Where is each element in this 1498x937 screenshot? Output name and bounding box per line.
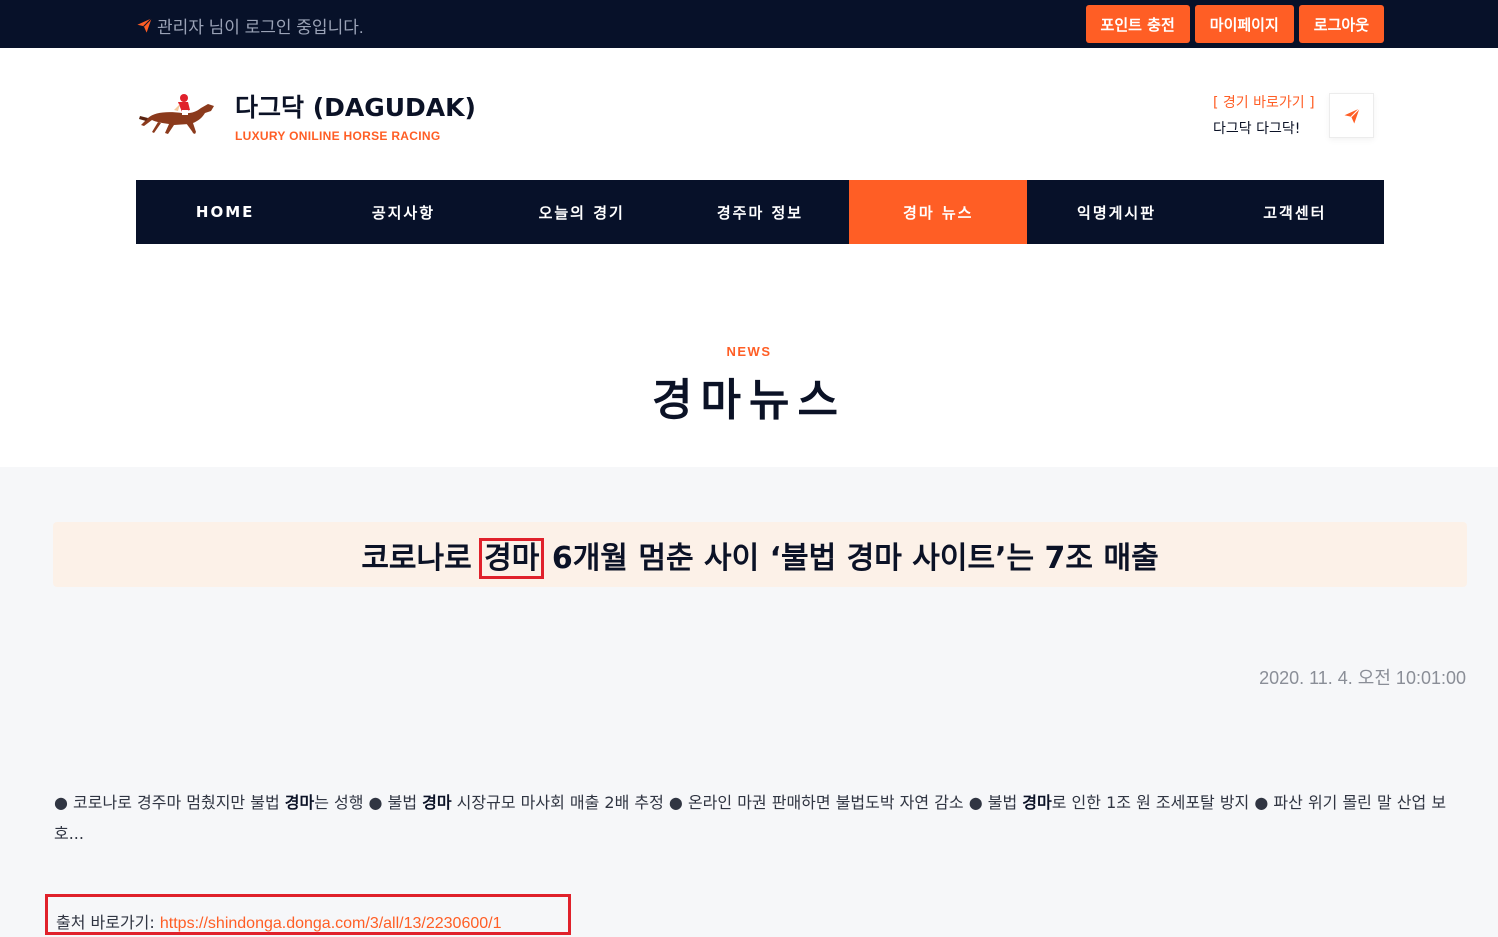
summary-text: ● 코로나로 경주마 멈췄지만 불법 bbox=[54, 793, 285, 812]
site-title[interactable]: 다그닥 (DAGUDAK) bbox=[235, 88, 476, 124]
nav-item-customer-center[interactable]: 고객센터 bbox=[1206, 180, 1384, 244]
nav-item-horse-info[interactable]: 경주마 정보 bbox=[671, 180, 849, 244]
article-summary: ● 코로나로 경주마 멈췄지만 불법 경마는 성행 ● 불법 경마 시장규모 마… bbox=[54, 787, 1468, 849]
site-subtitle: LUXURY ONILINE HORSE RACING bbox=[235, 129, 441, 143]
quick-link-button[interactable] bbox=[1329, 93, 1374, 138]
mypage-button[interactable]: 마이페이지 bbox=[1194, 5, 1294, 43]
source-link[interactable]: https://shindonga.donga.com/3/all/13/223… bbox=[160, 915, 502, 932]
login-status: 관리자 님이 로그인 중입니다. bbox=[136, 13, 364, 38]
main-nav: HOME 공지사항 오늘의 경기 경주마 정보 경마 뉴스 익명게시판 고객센터 bbox=[136, 180, 1384, 244]
login-status-text: 관리자 님이 로그인 중입니다. bbox=[157, 18, 364, 37]
article-title-highlight: 경마 bbox=[479, 537, 545, 579]
paper-plane-icon bbox=[1344, 107, 1360, 123]
summary-text: 는 성행 ● 불법 bbox=[314, 793, 423, 812]
horse-jockey-icon[interactable] bbox=[138, 92, 220, 142]
article-title: 코로나로 경마 6개월 멈춘 사이 ‘불법 경마 사이트’는 7조 매출 bbox=[361, 533, 1159, 579]
paper-plane-icon bbox=[137, 18, 152, 33]
summary-keyword: 경마 bbox=[422, 793, 452, 812]
summary-keyword: 경마 bbox=[1022, 793, 1052, 812]
summary-text: 시장규모 마사회 매출 2배 추정 ● 온라인 마권 판매하면 불법도박 자연 … bbox=[451, 793, 1023, 812]
point-charge-button[interactable]: 포인트 충전 bbox=[1085, 5, 1190, 43]
page-subtitle: NEWS bbox=[726, 344, 772, 359]
top-bar: 관리자 님이 로그인 중입니다. 포인트 충전 마이페이지 로그아웃 bbox=[0, 0, 1498, 48]
account-buttons: 포인트 충전 마이페이지 로그아웃 bbox=[1085, 5, 1384, 43]
nav-item-racing-news[interactable]: 경마 뉴스 bbox=[849, 180, 1028, 244]
article-title-part: 6개월 멈춘 사이 ‘불법 경마 사이트’는 7조 매출 bbox=[541, 540, 1159, 576]
nav-item-anonymous-board[interactable]: 익명게시판 bbox=[1027, 180, 1205, 244]
page-title: 경마뉴스 bbox=[652, 375, 846, 426]
article-title-box: 코로나로 경마 6개월 멈춘 사이 ‘불법 경마 사이트’는 7조 매출 bbox=[53, 522, 1467, 587]
article-source: 출처 바로가기: https://shindonga.donga.com/3/a… bbox=[45, 894, 571, 935]
summary-keyword: 경마 bbox=[284, 793, 315, 812]
article-title-part: 코로나로 bbox=[361, 540, 483, 576]
nav-item-home[interactable]: HOME bbox=[136, 180, 314, 244]
quick-link-text: 다그닥 다그닥! bbox=[1213, 121, 1301, 137]
site-header: 다그닥 (DAGUDAK) LUXURY ONILINE HORSE RACIN… bbox=[0, 48, 1498, 180]
source-label: 출처 바로가기: bbox=[56, 913, 160, 932]
quick-link: [ 경기 바로가기 ] 다그닥 다그닥! bbox=[1213, 92, 1315, 138]
article-section: 코로나로 경마 6개월 멈춘 사이 ‘불법 경마 사이트’는 7조 매출 202… bbox=[0, 467, 1498, 937]
logout-button[interactable]: 로그아웃 bbox=[1298, 5, 1384, 43]
nav-item-today-race[interactable]: 오늘의 경기 bbox=[493, 180, 671, 244]
nav-item-notice[interactable]: 공지사항 bbox=[314, 180, 492, 244]
article-date: 2020. 11. 4. 오전 10:01:00 bbox=[1259, 668, 1466, 688]
quick-link-label: [ 경기 바로가기 ] bbox=[1213, 95, 1315, 111]
